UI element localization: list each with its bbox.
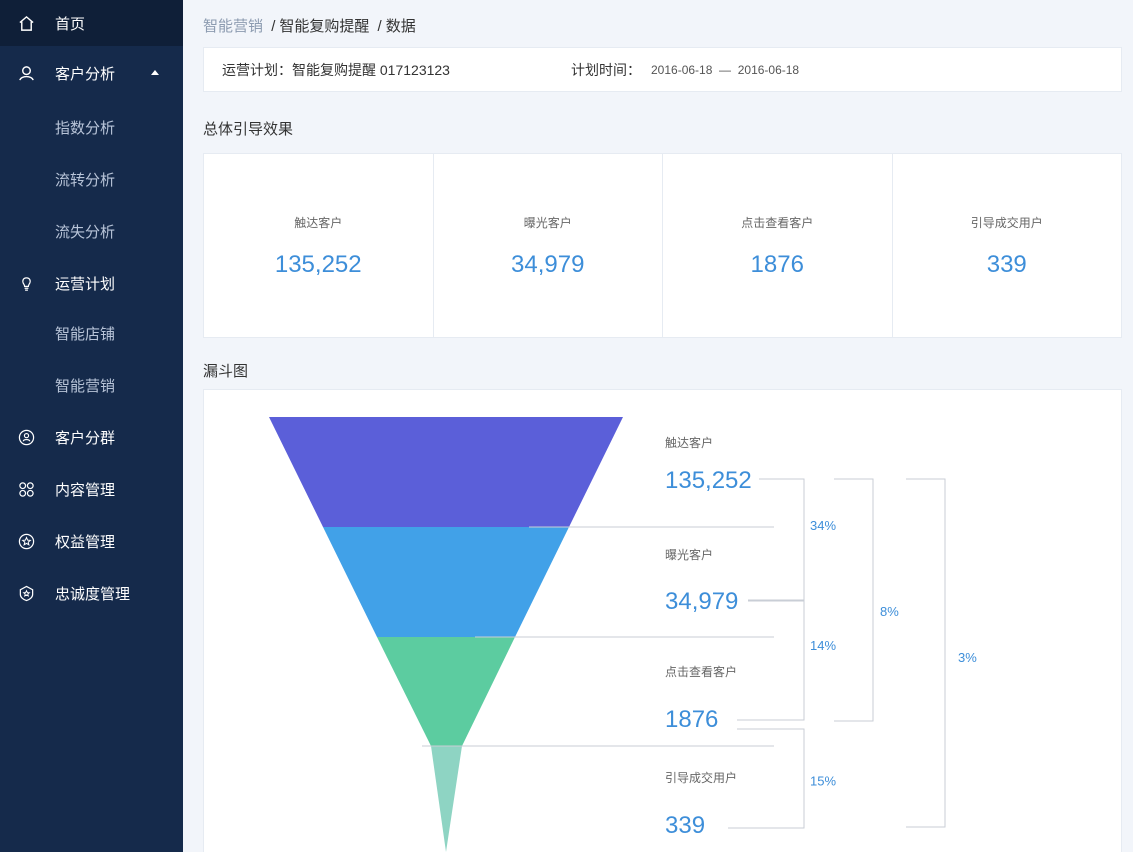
step-bracket [748, 478, 805, 602]
funnel-stage-label: 引导成交用户 [665, 770, 737, 785]
breadcrumb-current: 数据 [385, 18, 416, 35]
step-rate-label: 34% [810, 518, 836, 533]
step-bracket [728, 728, 805, 829]
lightbulb-icon [17, 274, 35, 292]
nav-smart-marketing-label: 智能营销 [55, 377, 116, 395]
stat-card: 点击查看客户 1876 [663, 154, 893, 337]
funnel-segment [269, 417, 623, 527]
funnel-stage-value: 339 [665, 812, 705, 839]
nav-loyalty-mgmt[interactable]: 忠诚度管理 [0, 570, 183, 616]
nav-smart-store[interactable]: 智能店铺 [0, 310, 183, 356]
step-bracket [737, 599, 805, 721]
stat-label: 触达客户 [294, 216, 343, 230]
plan-label: 运营计划：智能复购提醒 017123123 [222, 61, 450, 78]
nav-benefit-mgmt-label: 权益管理 [55, 533, 116, 551]
stat-card: 触达客户 135,252 [204, 154, 434, 337]
span-bracket [834, 478, 874, 722]
stat-value: 339 [986, 251, 1027, 278]
group-icon [17, 428, 35, 446]
shield-icon [17, 584, 35, 602]
funnel-segment [377, 637, 515, 746]
nav-customer-group-label: 客户分群 [55, 429, 116, 447]
grid-icon [17, 480, 35, 498]
funnel-stage-value: 135,252 [665, 467, 752, 494]
nav-smart-store-label: 智能店铺 [55, 325, 116, 343]
nav-benefit-mgmt[interactable]: 权益管理 [0, 518, 183, 564]
funnel-stage-value: 1876 [665, 706, 718, 733]
nav-operation-plan-label: 运营计划 [55, 275, 116, 293]
funnel-stage-value: 34,979 [665, 588, 738, 615]
nav-operation-plan[interactable]: 运营计划 [0, 260, 183, 306]
stat-card: 引导成交用户 339 [893, 154, 1122, 337]
nav-customer-analysis[interactable]: 客户分析 [0, 50, 183, 96]
funnel-stage-label: 触达客户 [665, 435, 713, 450]
breadcrumb-separator: / [271, 18, 276, 35]
nav-smart-marketing[interactable]: 智能营销 [0, 362, 183, 408]
funnel-segment [431, 746, 462, 852]
funnel-segment [323, 527, 569, 637]
stats-panel: 触达客户 135,252 曝光客户 34,979 点击查看客户 1876 引导成… [203, 153, 1122, 338]
step-rate-label: 15% [810, 774, 836, 789]
plan-time-value: 2016-06-18 — 2016-06-18 [651, 62, 800, 77]
stat-label: 点击查看客户 [741, 216, 814, 230]
stat-card: 曝光客户 34,979 [434, 154, 663, 337]
nav-index-analysis[interactable]: 指数分析 [0, 104, 183, 150]
stat-value: 135,252 [274, 251, 362, 278]
nav-customer-analysis-label: 客户分析 [55, 65, 116, 83]
overview-title: 总体引导效果 [203, 121, 294, 138]
sidebar: 首页 客户分析 指数分析 流转分析 流失分析 运营计划 智能店铺 智能营销 客户… [0, 0, 183, 852]
breadcrumb-separator: / [377, 18, 382, 35]
stat-value: 1876 [750, 251, 804, 278]
nav-flow-analysis[interactable]: 流转分析 [0, 156, 183, 202]
funnel-chart: 触达客户 135,252 曝光客户 34,979 点击查看客户 1876 引导成交用户 339… [269, 417, 977, 852]
nav-customer-group[interactable]: 客户分群 [0, 414, 183, 460]
nav-home-label: 首页 [55, 15, 86, 33]
stat-label: 引导成交用户 [970, 216, 1043, 230]
nav-content-mgmt-label: 内容管理 [55, 481, 116, 499]
nav-flow-analysis-label: 流转分析 [55, 171, 116, 189]
funnel-panel: 触达客户 135,252 曝光客户 34,979 点击查看客户 1876 引导成交用户 339… [203, 389, 1122, 852]
nav-home[interactable]: 首页 [0, 0, 183, 46]
nav-churn-analysis[interactable]: 流失分析 [0, 208, 183, 254]
span-rate-label: 8% [880, 604, 899, 619]
nav-content-mgmt[interactable]: 内容管理 [0, 466, 183, 512]
nav-churn-analysis-label: 流失分析 [55, 223, 116, 241]
step-rate-label: 14% [810, 638, 836, 653]
home-icon [17, 14, 35, 32]
breadcrumb: 智能营销 / 智能复购提醒 / 数据 [203, 15, 416, 36]
user-icon [17, 64, 35, 82]
breadcrumb-current: 智能复购提醒 [279, 18, 370, 35]
star-badge-icon [17, 532, 35, 550]
breadcrumb-link[interactable]: 智能营销 [203, 18, 263, 35]
span-rate-label: 3% [958, 650, 977, 665]
stat-value: 34,979 [511, 251, 585, 278]
nav-index-analysis-label: 指数分析 [55, 119, 116, 137]
main-content: 智能营销 / 智能复购提醒 / 数据 运营计划：智能复购提醒 017123123 计… [183, 0, 1133, 852]
caret-up-icon [151, 70, 159, 75]
nav-loyalty-mgmt-label: 忠诚度管理 [55, 585, 131, 603]
span-bracket [906, 478, 946, 828]
funnel-title: 漏斗图 [203, 363, 249, 380]
funnel-stage-label: 曝光客户 [665, 547, 713, 562]
plan-info-bar: 运营计划：智能复购提醒 017123123 计划时间： 2016-06-18 —… [203, 47, 1122, 92]
plan-time-label: 计划时间： [571, 61, 641, 78]
stat-label: 曝光客户 [523, 216, 572, 230]
funnel-stage-label: 点击查看客户 [665, 664, 737, 679]
